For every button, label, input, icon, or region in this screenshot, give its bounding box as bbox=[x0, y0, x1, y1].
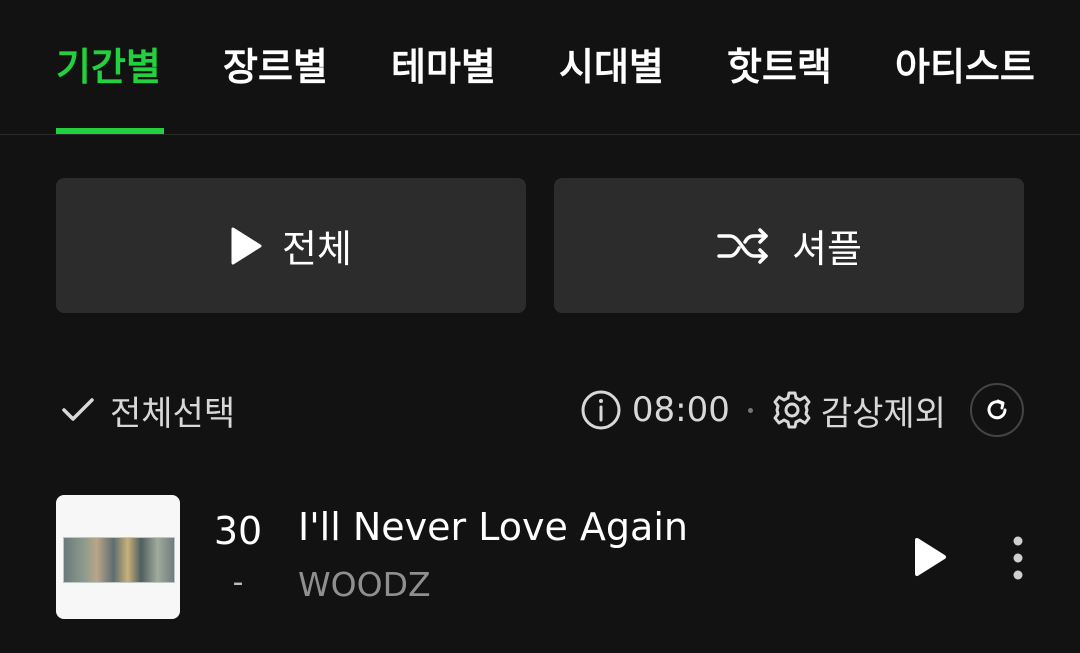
category-tabs: 기간별 장르별 테마별 시대별 핫트랙 아티스트 bbox=[0, 0, 1080, 135]
play-icon bbox=[230, 227, 262, 265]
play-icon bbox=[913, 537, 947, 577]
rank-change: - bbox=[232, 565, 244, 600]
gear-icon[interactable] bbox=[771, 389, 813, 431]
info-icon[interactable] bbox=[580, 389, 622, 431]
tab-theme[interactable]: 테마별 bbox=[391, 40, 496, 94]
track-rank: 30 bbox=[213, 509, 263, 553]
refresh-button[interactable] bbox=[970, 383, 1024, 437]
play-all-button[interactable]: 전체 bbox=[56, 178, 526, 313]
tab-era[interactable]: 시대별 bbox=[559, 40, 664, 94]
play-all-label: 전체 bbox=[282, 227, 352, 271]
refresh-icon bbox=[984, 397, 1010, 423]
exclude-listening-label[interactable]: 감상제외 bbox=[821, 386, 946, 435]
track-artist[interactable]: WOODZ bbox=[298, 565, 431, 604]
track-row[interactable]: 30 - I'll Never Love Again WOODZ bbox=[56, 495, 1036, 619]
album-art[interactable] bbox=[56, 495, 180, 619]
select-all-label: 전체선택 bbox=[110, 393, 236, 434]
select-all-button[interactable]: 전체선택 bbox=[60, 384, 235, 436]
tab-hot-track[interactable]: 핫트랙 bbox=[727, 40, 832, 94]
album-art-image bbox=[63, 537, 175, 583]
tab-genre[interactable]: 장르별 bbox=[223, 40, 328, 94]
shuffle-button[interactable]: 셔플 bbox=[554, 178, 1024, 313]
track-title[interactable]: I'll Never Love Again bbox=[298, 505, 688, 549]
active-tab-indicator bbox=[56, 128, 164, 134]
chart-time: 08:00 bbox=[631, 390, 730, 430]
track-play-button[interactable] bbox=[908, 535, 952, 579]
more-vertical-icon bbox=[1012, 534, 1024, 582]
shuffle-label: 셔플 bbox=[792, 227, 862, 271]
shuffle-icon bbox=[716, 226, 772, 266]
track-more-button[interactable] bbox=[1004, 533, 1032, 583]
tab-period[interactable]: 기간별 bbox=[56, 40, 161, 94]
tab-artist[interactable]: 아티스트 bbox=[895, 40, 1035, 94]
separator-dot bbox=[747, 407, 753, 413]
check-icon bbox=[60, 395, 96, 425]
chart-controls: 08:00 감상제외 bbox=[580, 382, 1024, 438]
